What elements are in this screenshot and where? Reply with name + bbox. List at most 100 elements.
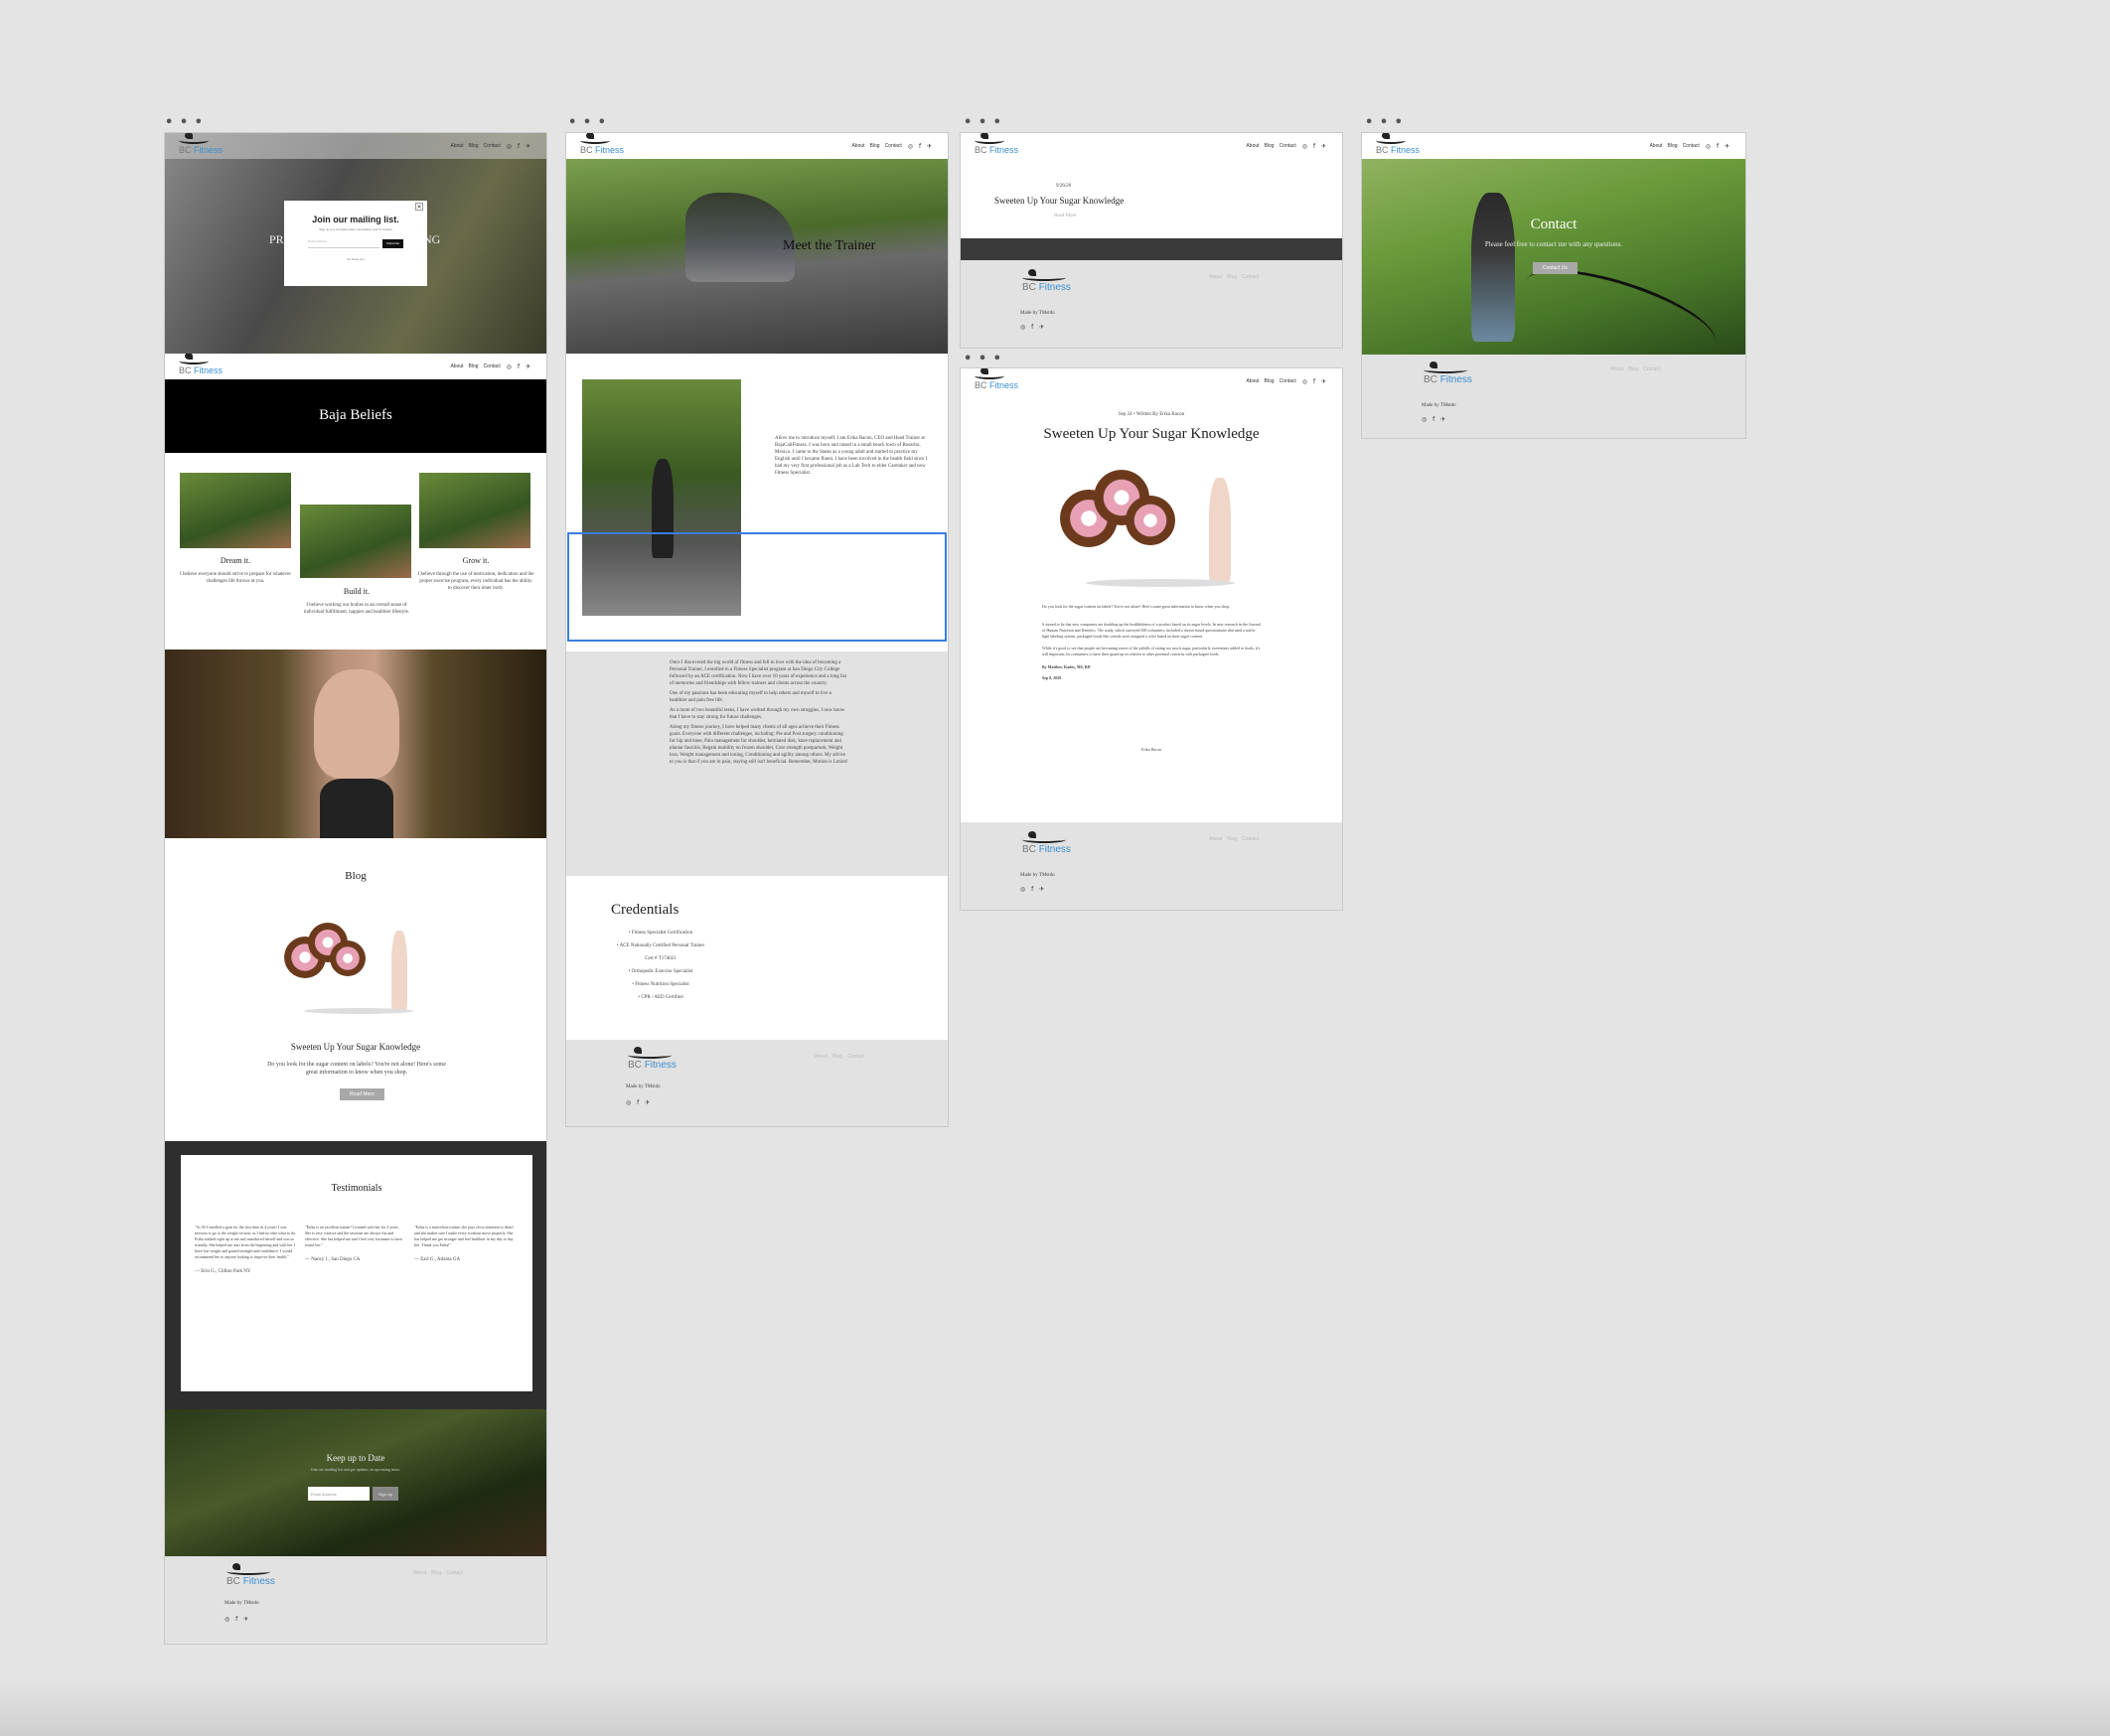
social-icons[interactable]: ◎ f ✈ [507, 143, 532, 150]
made-by-text: Made by TMstdo [626, 1085, 661, 1089]
popup-email-input[interactable]: Email Address [307, 239, 379, 248]
site-logo[interactable]: BC Fitness [179, 133, 223, 155]
footer-logo[interactable]: BC Fitness [1022, 269, 1071, 293]
footer-social-icons[interactable]: ◎ f ✈ [1422, 416, 1447, 423]
author-link[interactable]: Erika Bacon [961, 746, 1342, 753]
board-handle[interactable]: • • • [964, 352, 1002, 366]
footer-social-icons[interactable]: ◎ f ✈ [225, 1616, 250, 1623]
social-icons[interactable]: ◎ f ✈ [908, 143, 934, 150]
footer-social-icons[interactable]: ◎ f ✈ [1020, 324, 1046, 331]
nav-about[interactable]: About [1246, 143, 1259, 149]
site-footer: BC Fitness About Blog Contact Made by TMst… [165, 1556, 546, 1644]
board-about[interactable]: BC Fitness About Blog Contact ◎ f ✈ Meet th… [565, 132, 949, 1127]
canvas-bottom-fade [0, 1676, 2110, 1736]
board-blog[interactable]: BC Fitness About Blog Contact ◎ f ✈ 9/26/20… [960, 132, 1343, 349]
board-handle[interactable]: • • • [1365, 115, 1404, 130]
nav-contact[interactable]: Contact [885, 143, 902, 149]
social-icons[interactable]: ◎ f ✈ [1302, 378, 1328, 385]
footer-nav-blog[interactable]: Blog [1227, 836, 1237, 842]
nav-blog[interactable]: Blog [1668, 143, 1678, 149]
about-hero: BC Fitness About Blog Contact ◎ f ✈ Meet th… [566, 133, 948, 354]
footer-nav-about[interactable]: About [413, 1570, 426, 1576]
post-title[interactable]: Sweeten Up Your Sugar Knowledge [994, 196, 1124, 206]
logo-prefix: BC [1022, 844, 1036, 855]
footer-social-icons[interactable]: ◎ f ✈ [626, 1099, 652, 1106]
keep-up-signup-button[interactable]: Sign Up [373, 1487, 399, 1501]
footer-logo[interactable]: BC Fitness [226, 1563, 275, 1587]
nav-contact[interactable]: Contact [484, 363, 501, 369]
made-by-text: Made by TMstdo [1020, 873, 1055, 878]
footer-nav-blog[interactable]: Blog [1628, 366, 1638, 372]
site-logo[interactable]: BC Fitness [179, 354, 223, 375]
board-handle[interactable]: • • • [964, 115, 1002, 130]
close-icon[interactable]: × [415, 203, 423, 211]
board-home[interactable]: BC Fitness About Blog Contact ◎ f ✈ PR NG ×… [164, 132, 547, 1645]
bird-logo-icon [580, 133, 610, 144]
keep-up-section: Keep up to Date Join our mailing list an… [165, 1409, 546, 1556]
footer-nav-contact[interactable]: Contact [1242, 274, 1259, 280]
footer-nav-contact[interactable]: Contact [1643, 366, 1660, 372]
nav-about[interactable]: About [1649, 143, 1662, 149]
selected-section-outline[interactable] [567, 532, 947, 642]
logo-brand: Fitness [989, 145, 1019, 155]
nav-blog[interactable]: Blog [1265, 378, 1275, 384]
board-handle[interactable]: • • • [165, 115, 204, 130]
blog-post-title[interactable]: Sweeten Up Your Sugar Knowledge [165, 1042, 546, 1052]
site-logo[interactable]: BC Fitness [1376, 133, 1420, 155]
nav-contact[interactable]: Contact [1683, 143, 1700, 149]
nav-blog[interactable]: Blog [469, 143, 479, 149]
nav-contact[interactable]: Contact [1280, 378, 1296, 384]
nav-blog[interactable]: Blog [1265, 143, 1275, 149]
site-logo[interactable]: BC Fitness [580, 133, 624, 155]
keep-up-email-input[interactable]: Email Address [308, 1487, 370, 1501]
social-icons[interactable]: ◎ f ✈ [1302, 143, 1328, 150]
testimonial-text: "At 56 I enrolled a gym for the first ti… [195, 1225, 296, 1259]
nav-about[interactable]: About [851, 143, 864, 149]
read-more-button[interactable]: Read More [340, 1088, 384, 1100]
footer-nav-contact[interactable]: Contact [847, 1054, 864, 1060]
logo-brand: Fitness [1038, 282, 1071, 293]
logo-prefix: BC [628, 1060, 642, 1071]
belief-title: Build it. [343, 587, 371, 596]
footer-nav-about[interactable]: About [1610, 366, 1623, 372]
footer-nav-contact[interactable]: Contact [446, 1570, 463, 1576]
site-logo[interactable]: BC Fitness [975, 368, 1018, 390]
footer-social-icons[interactable]: ◎ f ✈ [1020, 886, 1046, 893]
read-more-link[interactable]: Read More [1054, 213, 1076, 219]
footer-nav-blog[interactable]: Blog [1227, 274, 1237, 280]
board-contact[interactable]: BC Fitness About Blog Contact ◎ f ✈ Contact… [1361, 132, 1746, 439]
nav-blog[interactable]: Blog [870, 143, 880, 149]
footer-logo[interactable]: BC Fitness [1424, 362, 1472, 385]
bird-logo-icon [628, 1047, 672, 1059]
nav-contact[interactable]: Contact [484, 143, 501, 149]
logo-brand: Fitness [644, 1060, 677, 1071]
nav-contact[interactable]: Contact [1280, 143, 1296, 149]
nav-blog[interactable]: Blog [469, 363, 479, 369]
board-blog-post[interactable]: BC Fitness About Blog Contact ◎ f ✈ Sep 24 … [960, 367, 1343, 911]
made-by-text: Made by TMstdo [1422, 403, 1456, 408]
footer-nav-blog[interactable]: Blog [832, 1054, 842, 1060]
belief-text: I believe everyone should strive to prep… [180, 572, 291, 584]
nav-about[interactable]: About [450, 143, 463, 149]
social-icons[interactable]: ◎ f ✈ [507, 363, 532, 370]
bird-logo-icon [1376, 133, 1406, 144]
popup-subscribe-button[interactable]: Subscribe [381, 239, 404, 248]
footer-nav-about[interactable]: About [1209, 274, 1222, 280]
nav-about[interactable]: About [1246, 378, 1259, 384]
footer-logo[interactable]: BC Fitness [628, 1047, 677, 1071]
footer-nav-about[interactable]: About [1209, 836, 1222, 842]
bird-logo-icon [1022, 831, 1066, 843]
blog-post-image[interactable] [284, 923, 433, 1017]
bird-logo-icon [226, 1563, 270, 1575]
bird-logo-icon [179, 133, 209, 144]
footer-logo[interactable]: BC Fitness [1022, 831, 1071, 855]
board-handle[interactable]: • • • [568, 115, 607, 130]
popup-no-thanks-link[interactable]: No thank you [284, 257, 427, 261]
site-logo[interactable]: BC Fitness [975, 133, 1019, 155]
footer-nav-about[interactable]: About [815, 1054, 828, 1060]
social-icons[interactable]: ◎ f ✈ [1706, 143, 1732, 150]
contact-button[interactable]: Contact Us [1533, 262, 1578, 274]
footer-nav-blog[interactable]: Blog [431, 1570, 441, 1576]
nav-about[interactable]: About [450, 363, 463, 369]
footer-nav-contact[interactable]: Contact [1242, 836, 1259, 842]
